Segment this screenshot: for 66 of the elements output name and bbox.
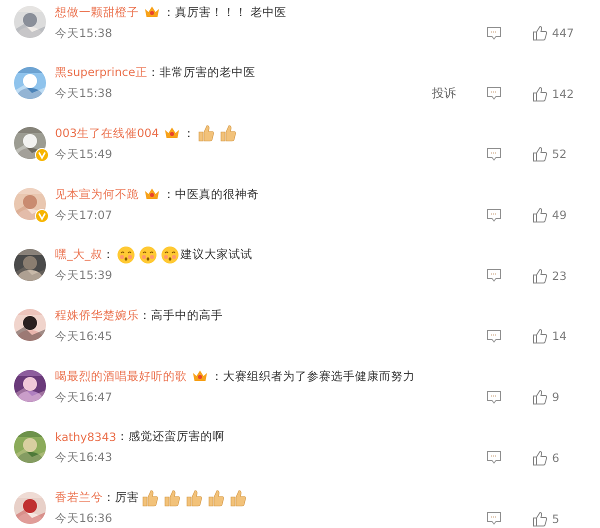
user-name[interactable]: 黑superprince正 (55, 65, 148, 80)
timestamp: 今天17:07 (55, 208, 112, 223)
comment-text: ：高手中的高手 (139, 308, 223, 323)
thumbs-up-icon[interactable] (532, 25, 548, 41)
user-name[interactable]: kathy8343 (55, 430, 116, 444)
like-count: 6 (552, 450, 560, 465)
comment-icon[interactable] (486, 390, 502, 405)
comment-text: ：感觉还蛮厉害的啊 (116, 429, 224, 444)
user-name[interactable]: 程姝侨华楚婉乐 (55, 308, 139, 323)
thumbs-up-icon[interactable] (532, 450, 548, 466)
comment-icon[interactable] (486, 450, 502, 466)
thumbs-up-icon (229, 488, 247, 506)
thumbs-up-icon (141, 488, 159, 506)
comment-icon[interactable] (486, 26, 502, 40)
thumbs-up-icon (185, 488, 203, 506)
comment-text: ：非常厉害的老中医 (147, 65, 256, 80)
thumbs-up-icon[interactable] (532, 389, 548, 406)
comment-icon[interactable] (486, 268, 502, 284)
timestamp: 今天15:39 (55, 268, 112, 284)
thumbs-up-icon[interactable] (532, 86, 548, 102)
thumbs-up-icon (163, 488, 181, 506)
thumbs-up-icon[interactable] (532, 146, 548, 162)
blushing-face-icon (116, 246, 134, 264)
like-count: 49 (552, 208, 568, 222)
thumbs-up-icon[interactable] (532, 328, 548, 344)
timestamp: 今天16:45 (55, 328, 112, 344)
comment-icon[interactable] (486, 511, 502, 526)
like-count: 142 (552, 86, 575, 101)
user-name[interactable]: 喝最烈的酒唱最好听的歌 (55, 368, 187, 384)
timestamp: 今天15:38 (55, 26, 112, 40)
like-count: 5 (552, 512, 560, 526)
comment-icon[interactable] (486, 86, 502, 102)
like-count: 447 (552, 26, 575, 40)
comment-text: ： (182, 126, 195, 141)
like-count: 23 (552, 268, 568, 283)
timestamp: 今天16:47 (55, 390, 112, 405)
timestamp: 今天15:38 (55, 86, 112, 102)
thumbs-up-icon[interactable] (532, 207, 548, 224)
comment-text: ：厉害 (103, 490, 139, 505)
blushing-face-icon (138, 246, 156, 264)
thumbs-up-icon (207, 488, 225, 506)
thumbs-up-icon[interactable] (532, 268, 548, 284)
comment-icon[interactable] (486, 208, 502, 223)
user-name[interactable]: 003生了在线催004 (55, 126, 159, 141)
user-name[interactable]: 想做一颗甜橙子 (55, 4, 139, 20)
comment-text: ：大赛组织者为了参赛选手健康而努力 (211, 368, 415, 384)
report-link[interactable]: 投诉 (432, 85, 456, 102)
comment-text: ：中医真的很神奇 (163, 186, 259, 202)
like-count: 52 (552, 147, 568, 162)
comment-text: ： (102, 247, 114, 262)
thumbs-up-icon[interactable] (532, 510, 548, 526)
thumbs-up-icon (218, 124, 237, 142)
timestamp: 今天15:49 (55, 146, 112, 162)
comment-icon[interactable] (486, 146, 502, 162)
thumbs-up-icon (196, 124, 215, 142)
comment-text: 建议大家试试 (180, 247, 252, 262)
like-count: 9 (552, 390, 560, 404)
comment-text: ：真厉害！！！ 老中医 (163, 4, 287, 20)
user-name[interactable]: 香若兰兮 (55, 490, 103, 505)
like-count: 14 (552, 329, 568, 344)
blushing-face-icon (160, 246, 178, 264)
timestamp: 今天16:36 (55, 511, 112, 526)
timestamp: 今天16:43 (55, 450, 112, 466)
user-name[interactable]: 嘿_大_叔 (55, 247, 102, 262)
user-name[interactable]: 见本宣为何不跪 (55, 186, 139, 202)
comment-icon[interactable] (486, 328, 502, 344)
